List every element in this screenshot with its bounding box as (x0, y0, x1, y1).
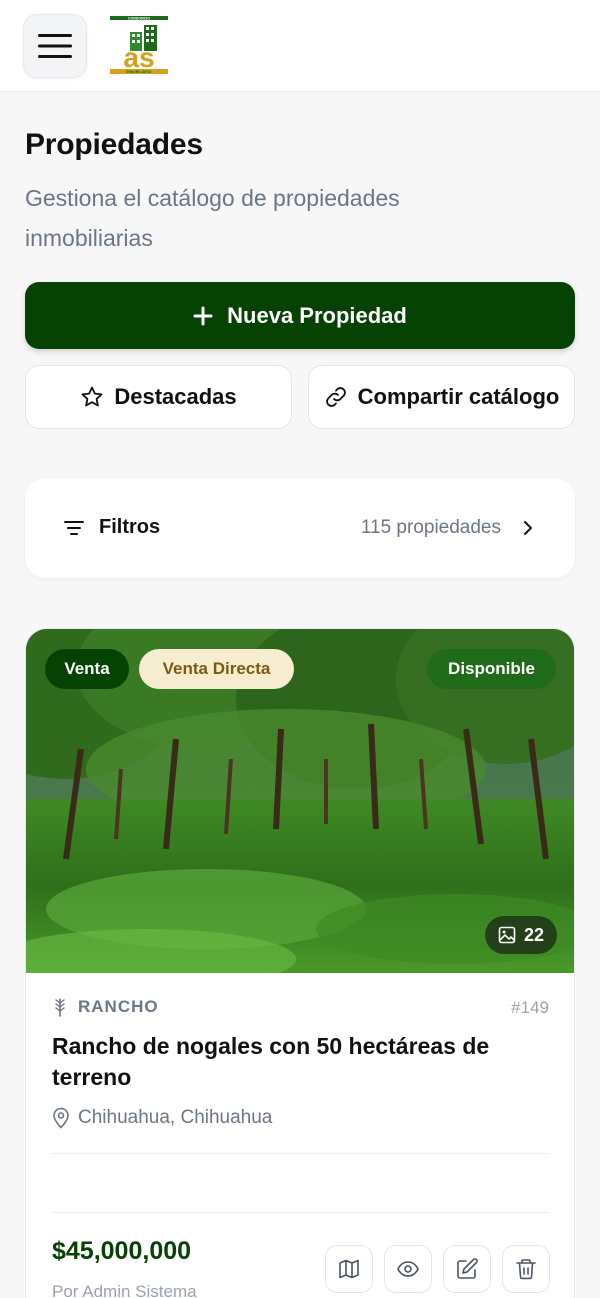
image-icon (498, 926, 516, 944)
link-icon (325, 387, 346, 407)
top-bar: CONSORCIO as INMOBILIARIO (0, 0, 600, 92)
property-title[interactable]: Rancho de nogales con 50 hectáreas de te… (52, 1031, 532, 1093)
trash-icon (516, 1259, 536, 1280)
wheat-icon (55, 998, 65, 1017)
property-author: Por Admin Sistema (52, 1282, 197, 1298)
status-badge: Disponible (427, 649, 556, 689)
edit-icon (457, 1258, 478, 1279)
map-pin-icon (53, 1107, 69, 1129)
page-title: Propiedades (25, 128, 203, 161)
logo-top-text: CONSORCIO (128, 17, 150, 21)
operation-badge: Venta (45, 649, 129, 689)
filters-label: Filtros (99, 516, 161, 538)
property-count: 115 propiedades (360, 517, 501, 538)
chevron-right-icon (524, 521, 532, 535)
location-text: Chihuahua, Chihuahua (78, 1107, 273, 1128)
divider (52, 1153, 550, 1154)
logo-bottom-text: INMOBILIARIO (126, 70, 151, 74)
star-icon (81, 386, 103, 407)
new-property-label: Nueva Propiedad (227, 302, 407, 328)
delete-property-button[interactable] (502, 1245, 550, 1293)
filters-bar[interactable]: Filtros 115 propiedades (25, 478, 575, 578)
photo-count: 22 (523, 924, 545, 945)
plus-icon (193, 306, 213, 325)
property-id: #149 (511, 998, 549, 1017)
view-property-button[interactable] (384, 1245, 432, 1293)
photo-count-badge[interactable]: 22 (485, 916, 557, 954)
featured-label: Destacadas (114, 384, 237, 409)
logo-letters: as (123, 42, 154, 73)
property-price: $45,000,000 (52, 1237, 192, 1265)
share-catalog-label: Compartir catálogo (357, 384, 560, 409)
view-map-button[interactable] (325, 1245, 373, 1293)
property-type: RANCHO (52, 997, 159, 1017)
filter-icon (64, 521, 84, 535)
property-location: Chihuahua, Chihuahua (52, 1107, 272, 1129)
property-card[interactable]: Venta Venta Directa Disponible 22 RANCHO… (25, 628, 575, 1298)
property-image[interactable]: Venta Venta Directa Disponible 22 (26, 629, 574, 973)
hamburger-menu-icon (38, 34, 72, 58)
property-type-label: RANCHO (78, 997, 159, 1016)
company-logo[interactable]: CONSORCIO as INMOBILIARIO (108, 15, 170, 75)
eye-icon (397, 1261, 419, 1277)
new-property-button[interactable]: Nueva Propiedad (25, 282, 575, 349)
edit-property-button[interactable] (443, 1245, 491, 1293)
divider (52, 1212, 550, 1213)
sale-type-badge: Venta Directa (139, 649, 294, 689)
share-catalog-button[interactable]: Compartir catálogo (308, 365, 575, 429)
map-icon (339, 1259, 359, 1279)
page-subtitle: Gestiona el catálogo de propiedades inmo… (25, 185, 400, 251)
menu-button[interactable] (23, 14, 87, 78)
featured-button[interactable]: Destacadas (25, 365, 292, 429)
